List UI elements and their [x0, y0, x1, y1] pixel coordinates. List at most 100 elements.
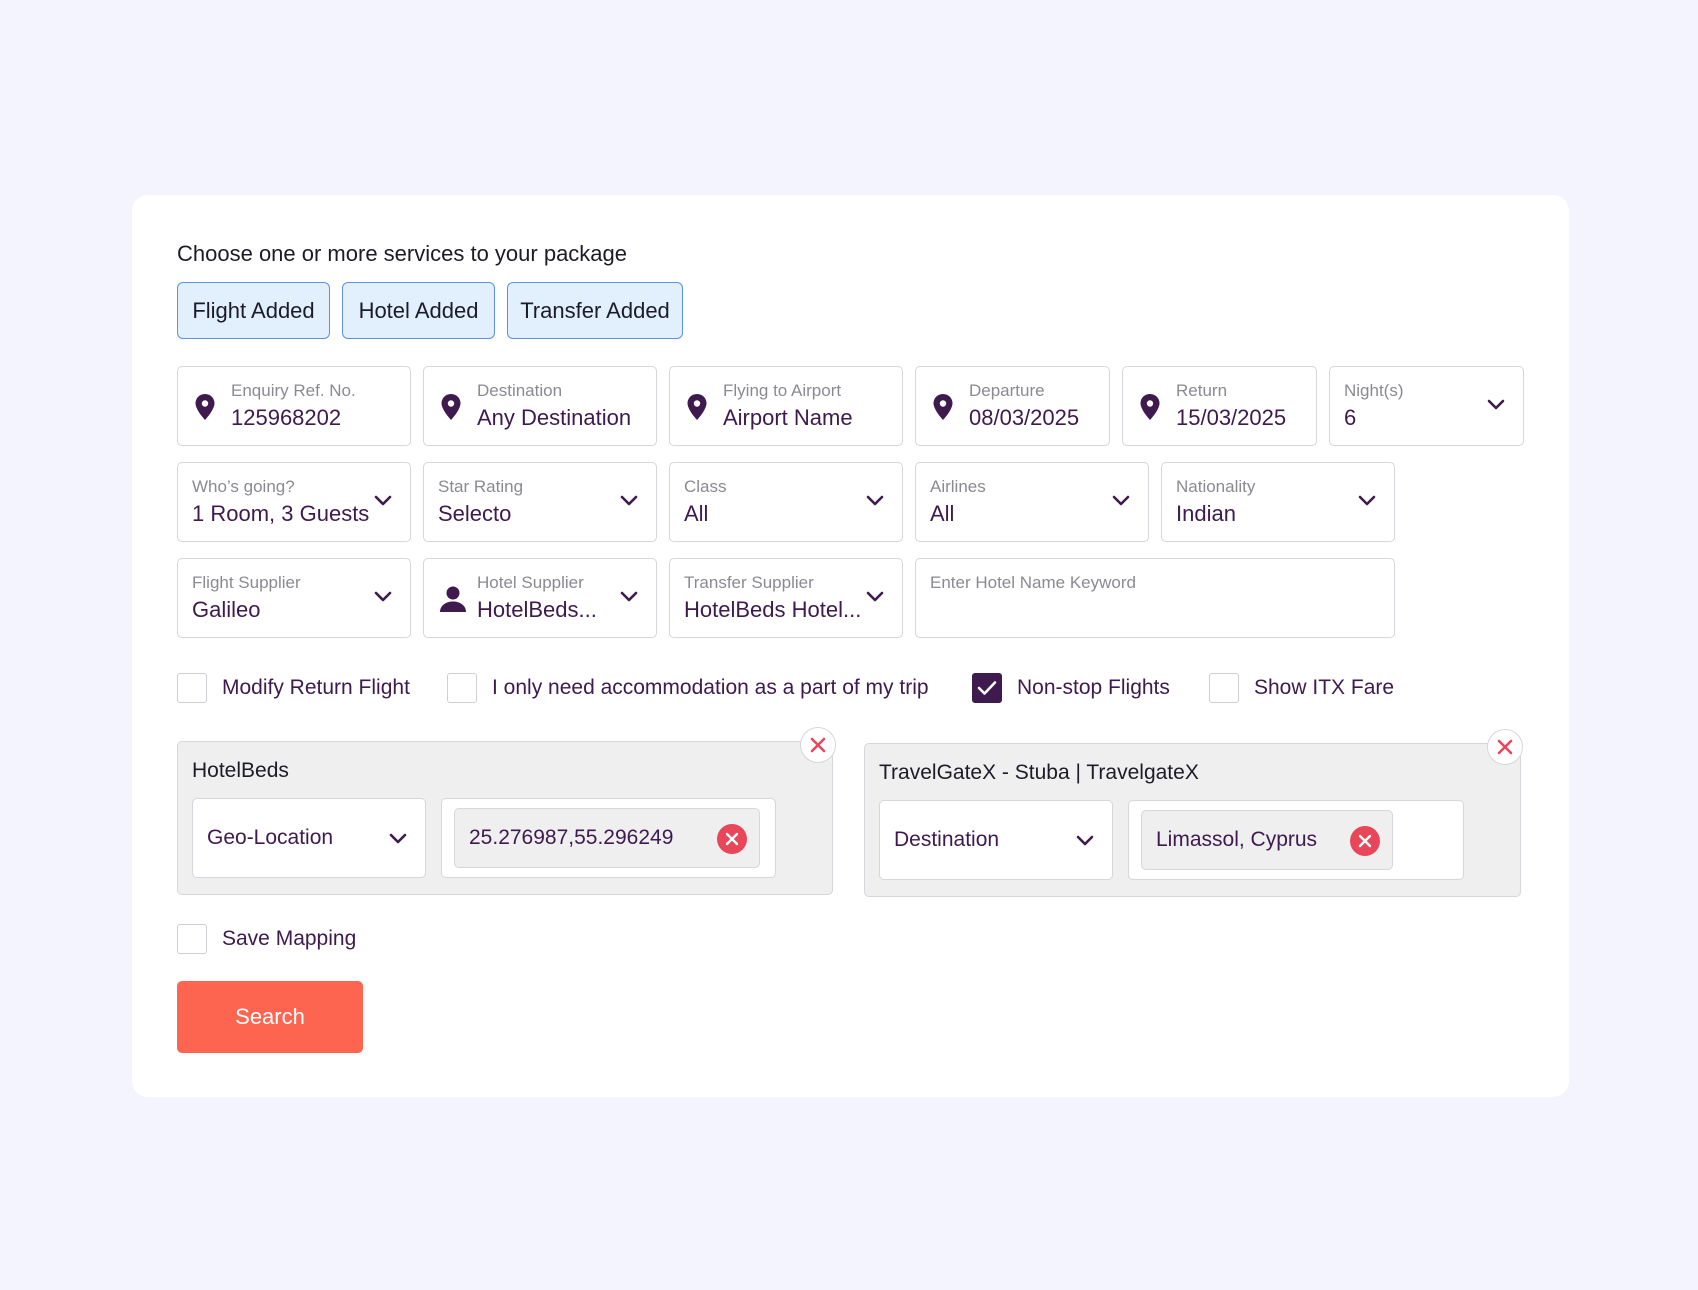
checkbox-label: I only need accommodation as a part of m… [492, 676, 929, 699]
field-value: 08/03/2025 [969, 405, 1080, 430]
mapping-value-input[interactable]: Limassol, Cyprus [1128, 800, 1464, 880]
location-pin-icon [195, 394, 215, 420]
mapping-type-select[interactable]: Destination [879, 800, 1113, 880]
accommodation-only-option[interactable]: I only need accommodation as a part of m… [447, 672, 929, 704]
checkbox-label: Save Mapping [222, 927, 357, 950]
page-title: Choose one or more services to your pack… [177, 241, 628, 266]
checkbox[interactable] [177, 924, 207, 954]
flying-to-airport-field[interactable]: Flying to Airport Airport Name [669, 366, 903, 446]
input-placeholder: Enter Hotel Name Keyword [930, 573, 1136, 592]
field-value: 1 Room, 3 Guests [192, 501, 370, 526]
close-icon [810, 737, 826, 753]
nationality-select[interactable]: Nationality Indian [1161, 462, 1395, 542]
field-label: Who’s going? [192, 477, 295, 496]
chevron-down-icon [1112, 495, 1130, 506]
field-label: Flying to Airport [723, 381, 842, 400]
enquiry-ref-field[interactable]: Enquiry Ref. No. 125968202 [177, 366, 411, 446]
flight-supplier-select[interactable]: Flight Supplier Galileo [177, 558, 411, 638]
field-value: HotelBeds... [477, 597, 597, 622]
checkbox[interactable] [447, 673, 477, 703]
chevron-down-icon [1358, 495, 1376, 506]
location-pin-icon [687, 394, 707, 420]
mapping-value-input[interactable]: 25.276987,55.296249 [441, 798, 776, 878]
field-value: All [930, 501, 955, 526]
chevron-down-icon [866, 495, 884, 506]
field-value: 125968202 [231, 405, 342, 430]
field-label: Night(s) [1344, 381, 1404, 400]
save-mapping-option[interactable]: Save Mapping [177, 923, 356, 955]
field-label: Enquiry Ref. No. [231, 381, 356, 400]
hotel-added-button[interactable]: Hotel Added [342, 282, 495, 339]
chevron-down-icon [374, 495, 392, 506]
chevron-down-icon [866, 591, 884, 602]
field-value: Any Destination [477, 405, 632, 430]
modify-return-flight-option[interactable]: Modify Return Flight [177, 672, 410, 704]
package-search-card: Choose one or more services to your pack… [132, 195, 1569, 1097]
remove-mapping-button[interactable] [800, 727, 836, 763]
remove-mapping-button[interactable] [1487, 729, 1523, 765]
non-stop-flights-option[interactable]: Non-stop Flights [972, 672, 1170, 704]
hotel-supplier-select[interactable]: Hotel Supplier HotelBeds... [423, 558, 657, 638]
field-value: Galileo [192, 597, 261, 622]
field-label: Transfer Supplier [684, 573, 814, 592]
field-label: Hotel Supplier [477, 573, 584, 592]
checkbox[interactable] [177, 673, 207, 703]
field-label: Return [1176, 381, 1228, 400]
star-rating-select[interactable]: Star Rating Selecto [423, 462, 657, 542]
field-value: Airport Name [723, 405, 853, 430]
field-value: 6 [1344, 405, 1357, 430]
checkbox-checked[interactable] [972, 673, 1002, 703]
field-label: Star Rating [438, 477, 524, 496]
location-pin-icon [1140, 394, 1160, 420]
select-value: Destination [894, 828, 1000, 851]
remove-chip-button[interactable] [717, 824, 747, 854]
whos-going-select[interactable]: Who’s going? 1 Room, 3 Guests [177, 462, 411, 542]
show-itx-fare-option[interactable]: Show ITX Fare [1209, 672, 1394, 704]
field-value: HotelBeds Hotel... [684, 597, 862, 622]
chevron-down-icon [1076, 835, 1094, 846]
remove-chip-button[interactable] [1350, 826, 1380, 856]
field-label: Class [684, 477, 727, 496]
value-chip: Limassol, Cyprus [1141, 810, 1393, 870]
field-label: Flight Supplier [192, 573, 301, 592]
field-value: 15/03/2025 [1176, 405, 1287, 430]
field-value: Indian [1176, 501, 1236, 526]
chevron-down-icon [620, 495, 638, 506]
search-button[interactable]: Search [177, 981, 363, 1053]
mapping-supplier-title: TravelGateX - Stuba | TravelgateX [879, 761, 1199, 784]
close-icon [725, 832, 739, 846]
field-value: Selecto [438, 501, 512, 526]
checkbox-label: Show ITX Fare [1254, 676, 1395, 699]
departure-date-field[interactable]: Departure 08/03/2025 [915, 366, 1110, 446]
checkbox[interactable] [1209, 673, 1239, 703]
close-icon [1358, 834, 1372, 848]
airlines-select[interactable]: Airlines All [915, 462, 1149, 542]
checkmark-icon [977, 681, 997, 695]
flight-added-button[interactable]: Flight Added [177, 282, 330, 339]
chevron-down-icon [389, 833, 407, 844]
transfer-supplier-select[interactable]: Transfer Supplier HotelBeds Hotel... [669, 558, 903, 638]
mapping-supplier-title: HotelBeds [192, 759, 289, 782]
location-pin-icon [933, 394, 953, 420]
chevron-down-icon [620, 591, 638, 602]
close-icon [1497, 739, 1513, 755]
location-pin-icon [441, 394, 461, 420]
chevron-down-icon [374, 591, 392, 602]
chevron-down-icon [1487, 399, 1505, 410]
person-icon [440, 586, 466, 612]
mapping-card-hotelbeds: HotelBeds Geo-Location 25.276987,55.2962… [177, 741, 833, 895]
select-value: Geo-Location [207, 826, 334, 849]
checkbox-label: Modify Return Flight [222, 676, 410, 699]
hotel-name-keyword-input[interactable]: Enter Hotel Name Keyword [915, 558, 1395, 638]
destination-field[interactable]: Destination Any Destination [423, 366, 657, 446]
chip-text: Limassol, Cyprus [1156, 828, 1318, 851]
value-chip: 25.276987,55.296249 [454, 808, 760, 868]
class-select[interactable]: Class All [669, 462, 903, 542]
mapping-card-travelgatex: TravelGateX - Stuba | TravelgateX Destin… [864, 743, 1521, 897]
transfer-added-button[interactable]: Transfer Added [507, 282, 683, 339]
return-date-field[interactable]: Return 15/03/2025 [1122, 366, 1317, 446]
field-label: Departure [969, 381, 1045, 400]
chip-text: 25.276987,55.296249 [469, 826, 674, 849]
nights-select[interactable]: Night(s) 6 [1329, 366, 1524, 446]
mapping-type-select[interactable]: Geo-Location [192, 798, 426, 878]
